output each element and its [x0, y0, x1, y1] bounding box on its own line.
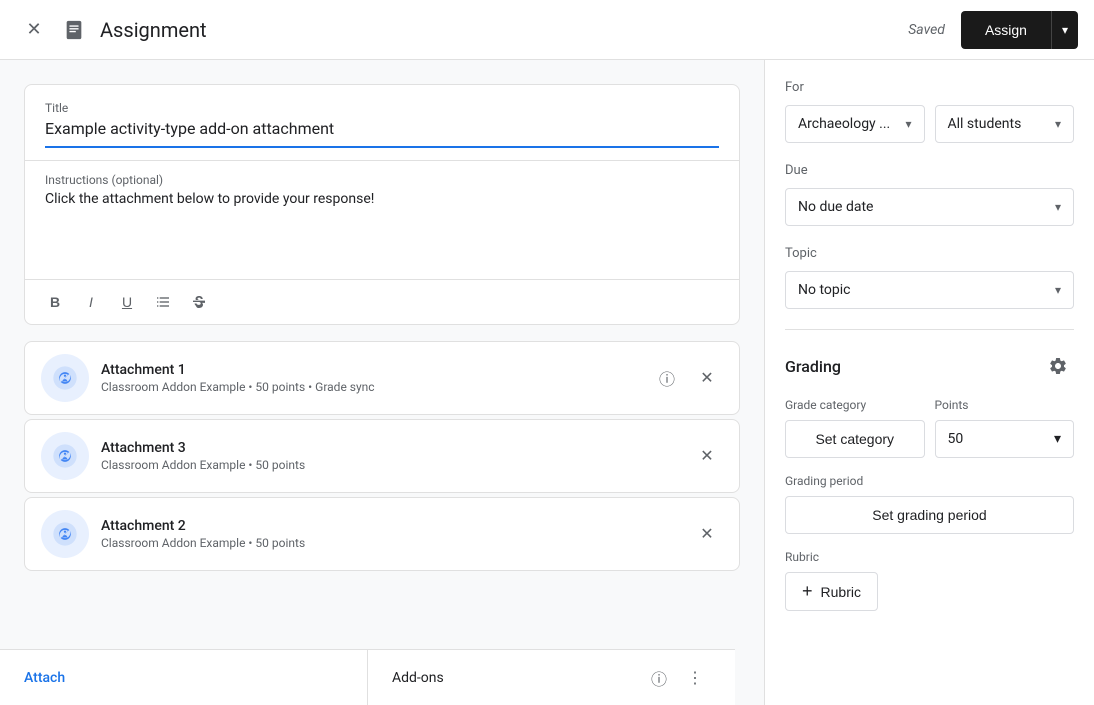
attachment-meta: Classroom Addon Example • 50 points: [101, 536, 679, 550]
attachment-icon: [41, 510, 89, 558]
topic-dropdown[interactable]: No topic ▾: [785, 271, 1074, 309]
attachment-actions: ✕: [691, 440, 723, 472]
attachment-info: Attachment 1 Classroom Addon Example • 5…: [101, 362, 639, 394]
grading-title: Grading: [785, 357, 841, 376]
app-header: ✕ Assignment Saved Assign ▾: [0, 0, 1094, 60]
add-rubric-button[interactable]: + Rubric: [785, 572, 878, 611]
right-panel: For Archaeology ... ▾ All students ▾ Due…: [764, 60, 1094, 705]
addons-info-button[interactable]: ⓘ: [643, 662, 675, 694]
addons-label: Add-ons: [392, 670, 444, 686]
attachment-actions: ✕: [691, 518, 723, 550]
grade-category-label: Grade category: [785, 398, 925, 412]
students-dropdown-chevron: ▾: [1055, 117, 1061, 131]
formatting-toolbar: B I U: [25, 279, 739, 324]
instructions-label: Instructions (optional): [45, 173, 719, 187]
title-value[interactable]: Example activity-type add-on attachment: [45, 119, 719, 138]
points-dropdown-chevron: ▾: [1054, 431, 1061, 447]
grading-period-label: Grading period: [785, 474, 1074, 488]
points-dropdown[interactable]: 50 ▾: [935, 420, 1075, 458]
addons-more-button[interactable]: ⋮: [679, 662, 711, 694]
attachment-icon: [41, 432, 89, 480]
bottom-bar: Attach Add-ons ⓘ ⋮: [0, 649, 735, 705]
plus-icon: +: [802, 581, 813, 602]
instructions-text[interactable]: Click the attachment below to provide yo…: [45, 191, 719, 271]
set-category-button[interactable]: Set category: [785, 420, 925, 458]
attachment-info-button[interactable]: ⓘ: [651, 362, 683, 394]
attachment-info: Attachment 2 Classroom Addon Example • 5…: [101, 518, 679, 550]
grading-header: Grading: [785, 350, 1074, 382]
title-underline: [45, 146, 719, 148]
topic-label: Topic: [785, 246, 1074, 261]
due-value: No due date: [798, 199, 1055, 215]
set-grading-period-button[interactable]: Set grading period: [785, 496, 1074, 534]
saved-status: Saved: [908, 22, 945, 38]
topic-value: No topic: [798, 282, 1055, 298]
attachment-remove-button[interactable]: ✕: [691, 440, 723, 472]
assign-dropdown-button[interactable]: ▾: [1051, 11, 1078, 49]
main-content: Title Example activity-type add-on attac…: [0, 60, 1094, 705]
topic-dropdown-chevron: ▾: [1055, 283, 1061, 297]
attachment-name: Attachment 3: [101, 440, 679, 456]
attachment-icon: [41, 354, 89, 402]
underline-button[interactable]: U: [113, 288, 141, 316]
class-value: Archaeology ...: [798, 116, 905, 132]
page-title: Assignment: [100, 18, 908, 42]
list-button[interactable]: [149, 288, 177, 316]
assign-button[interactable]: Assign: [961, 11, 1051, 49]
attachment-item: Attachment 1 Classroom Addon Example • 5…: [24, 341, 740, 415]
class-dropdown-chevron: ▾: [905, 117, 911, 131]
italic-button[interactable]: I: [77, 288, 105, 316]
points-col: Points 50 ▾: [935, 398, 1075, 458]
due-dropdown[interactable]: No due date ▾: [785, 188, 1074, 226]
points-value: 50: [948, 431, 1054, 447]
strikethrough-button[interactable]: [185, 288, 213, 316]
bold-button[interactable]: B: [41, 288, 69, 316]
divider: [785, 329, 1074, 330]
for-row: Archaeology ... ▾ All students ▾: [785, 105, 1074, 143]
addons-section: Add-ons ⓘ ⋮: [368, 650, 735, 705]
due-label: Due: [785, 163, 1074, 178]
points-label: Points: [935, 398, 1075, 412]
rubric-label: Rubric: [785, 550, 1074, 564]
title-section: Title Example activity-type add-on attac…: [25, 85, 739, 161]
class-dropdown[interactable]: Archaeology ... ▾: [785, 105, 925, 143]
instructions-section: Instructions (optional) Click the attach…: [25, 161, 739, 279]
grading-settings-button[interactable]: [1042, 350, 1074, 382]
add-rubric-label: Rubric: [821, 584, 861, 600]
attachment-meta: Classroom Addon Example • 50 points: [101, 458, 679, 472]
attachment-item: Attachment 3 Classroom Addon Example • 5…: [24, 419, 740, 493]
close-button[interactable]: ✕: [16, 12, 52, 48]
grade-category-row: Grade category Set category Points 50 ▾: [785, 398, 1074, 458]
attachment-actions: ⓘ ✕: [651, 362, 723, 394]
attachments-list: Attachment 1 Classroom Addon Example • 5…: [24, 341, 740, 571]
attachment-item: Attachment 2 Classroom Addon Example • 5…: [24, 497, 740, 571]
attachment-name: Attachment 2: [101, 518, 679, 534]
for-label: For: [785, 80, 1074, 95]
students-dropdown[interactable]: All students ▾: [935, 105, 1075, 143]
attachment-remove-button[interactable]: ✕: [691, 362, 723, 394]
attach-button[interactable]: Attach: [0, 650, 368, 705]
attachment-meta: Classroom Addon Example • 50 points • Gr…: [101, 380, 639, 394]
grade-category-col: Grade category Set category: [785, 398, 925, 458]
attachment-name: Attachment 1: [101, 362, 639, 378]
due-dropdown-chevron: ▾: [1055, 200, 1061, 214]
attachment-info: Attachment 3 Classroom Addon Example • 5…: [101, 440, 679, 472]
attachment-remove-button[interactable]: ✕: [691, 518, 723, 550]
doc-icon: [56, 12, 92, 48]
addons-actions: ⓘ ⋮: [643, 662, 711, 694]
title-label: Title: [45, 101, 719, 115]
left-panel: Title Example activity-type add-on attac…: [0, 60, 764, 705]
students-value: All students: [948, 116, 1055, 132]
assignment-card: Title Example activity-type add-on attac…: [24, 84, 740, 325]
